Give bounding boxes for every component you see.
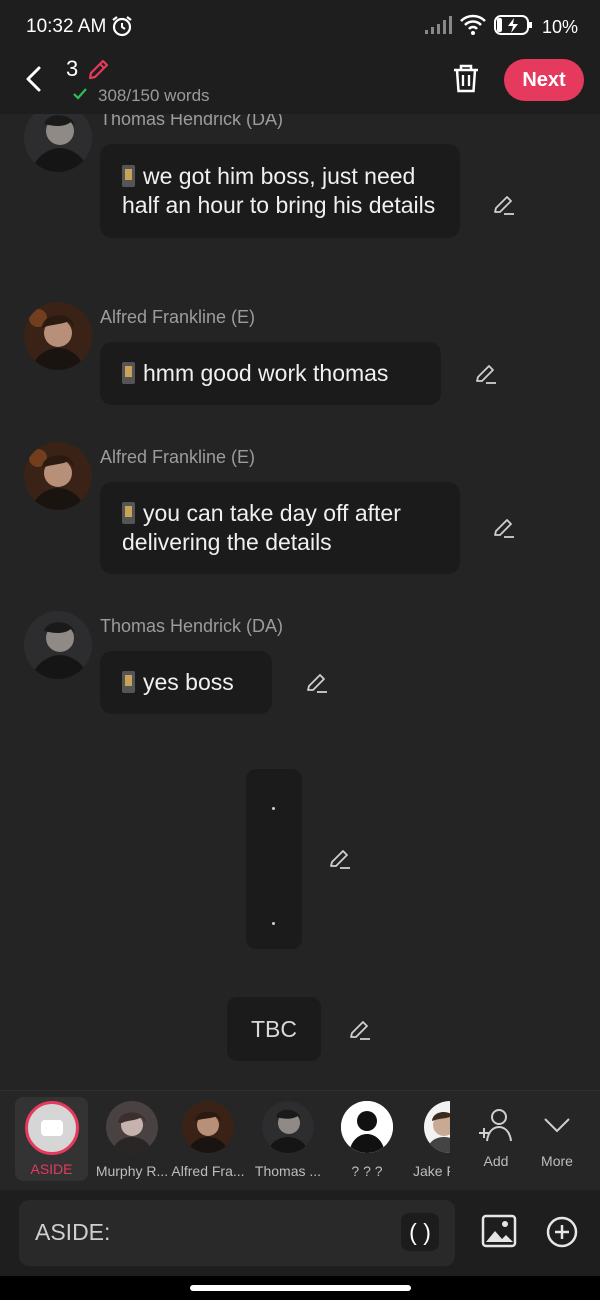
signal-icon xyxy=(424,15,452,40)
next-button[interactable]: Next xyxy=(504,59,584,101)
phone-icon xyxy=(122,165,135,187)
phone-icon xyxy=(122,502,135,524)
character-label: Thomas ... xyxy=(254,1163,322,1179)
edit-chapter-icon[interactable] xyxy=(86,56,112,87)
character-thomas[interactable]: Thomas ... xyxy=(248,1099,328,1183)
message-text: we got him boss, just need half an hour … xyxy=(122,163,436,218)
message-input[interactable]: ASIDE: ( ) xyxy=(19,1200,455,1266)
add-person-icon xyxy=(476,1105,516,1145)
word-count: 308/150 words xyxy=(98,86,210,105)
trash-icon[interactable] xyxy=(451,62,481,99)
parenthesis-button[interactable]: ( ) xyxy=(401,1213,439,1251)
check-icon xyxy=(72,87,88,106)
tbc-bubble[interactable]: TBC xyxy=(227,997,321,1061)
character-alfred[interactable]: Alfred Fra... xyxy=(168,1099,248,1183)
message-bubble[interactable]: we got him boss, just need half an hour … xyxy=(100,144,460,238)
edit-message-icon[interactable] xyxy=(474,362,498,391)
narration-dot xyxy=(272,922,275,925)
narration-bubble[interactable] xyxy=(246,769,302,949)
avatar xyxy=(106,1101,158,1153)
speaker-name: Alfred Frankline (E) xyxy=(100,307,256,327)
image-icon[interactable] xyxy=(481,1214,517,1253)
status-bar: 10:32 AM 10% xyxy=(0,0,600,56)
home-indicator[interactable] xyxy=(190,1285,411,1291)
speaker-name: Thomas Hendrick (DA) xyxy=(100,114,284,129)
avatar xyxy=(341,1101,393,1153)
message-bubble[interactable]: yes boss xyxy=(100,651,272,714)
avatar xyxy=(262,1101,314,1153)
character-jake[interactable]: Jake F xyxy=(406,1099,450,1183)
editor-header: 3 308/150 words Next xyxy=(0,56,600,114)
aside-icon xyxy=(25,1101,79,1155)
character-unknown[interactable]: ? ? ? xyxy=(327,1099,407,1183)
edit-message-icon[interactable] xyxy=(492,193,516,222)
status-time: 10:32 AM xyxy=(26,16,107,37)
character-label: ASIDE xyxy=(30,1161,73,1177)
speaker-name: Alfred Frankline (E) xyxy=(100,447,256,467)
character-selector: ASIDE Murphy R... Alfred Fra... Thomas .… xyxy=(0,1090,600,1190)
battery-icon xyxy=(493,14,534,41)
message-text: hmm good work thomas xyxy=(143,360,389,386)
phone-icon xyxy=(122,671,135,693)
character-label: Jake F xyxy=(413,1163,450,1179)
message-text: yes boss xyxy=(143,669,234,695)
chevron-down-icon xyxy=(537,1105,577,1145)
avatar xyxy=(424,1101,450,1153)
chat-area: Thomas Hendrick (DA) we got him boss, ju… xyxy=(0,114,600,1090)
character-murphy[interactable]: Murphy R... xyxy=(92,1099,172,1183)
more-characters-button[interactable]: More xyxy=(517,1099,597,1183)
phone-icon xyxy=(122,362,135,384)
message-text: you can take day off after delivering th… xyxy=(122,500,401,555)
wifi-icon xyxy=(460,14,486,41)
edit-narration-icon[interactable] xyxy=(328,847,352,876)
edit-tbc-icon[interactable] xyxy=(348,1018,372,1047)
status-icons: 10% xyxy=(424,14,578,41)
battery-level: 10% xyxy=(541,17,578,37)
message-bubble[interactable]: you can take day off after delivering th… xyxy=(100,482,460,574)
avatar-alfred-frankline[interactable] xyxy=(24,442,92,510)
edit-message-icon[interactable] xyxy=(305,671,329,700)
alarm-icon xyxy=(110,14,134,43)
character-label: ? ? ? xyxy=(351,1163,383,1179)
add-circle-icon[interactable] xyxy=(546,1216,578,1253)
character-aside[interactable]: ASIDE xyxy=(15,1097,88,1181)
avatar-alfred-frankline[interactable] xyxy=(24,302,92,370)
input-bar: ASIDE: ( ) xyxy=(0,1190,600,1276)
system-nav-bar xyxy=(0,1276,600,1300)
narration-dot xyxy=(272,807,275,810)
avatar xyxy=(182,1101,234,1153)
back-button[interactable] xyxy=(22,64,48,94)
chapter-number: 3 xyxy=(66,56,79,81)
more-label: More xyxy=(541,1153,573,1169)
avatar-thomas-hendrick[interactable] xyxy=(24,114,92,172)
avatar-thomas-hendrick[interactable] xyxy=(24,611,92,679)
speaker-name: Thomas Hendrick (DA) xyxy=(100,616,284,636)
edit-message-icon[interactable] xyxy=(492,516,516,545)
character-label: Alfred Fra... xyxy=(171,1163,245,1179)
message-bubble[interactable]: hmm good work thomas xyxy=(100,342,441,405)
input-speaker-label: ASIDE: xyxy=(35,1219,111,1245)
character-label: Murphy R... xyxy=(95,1163,169,1179)
